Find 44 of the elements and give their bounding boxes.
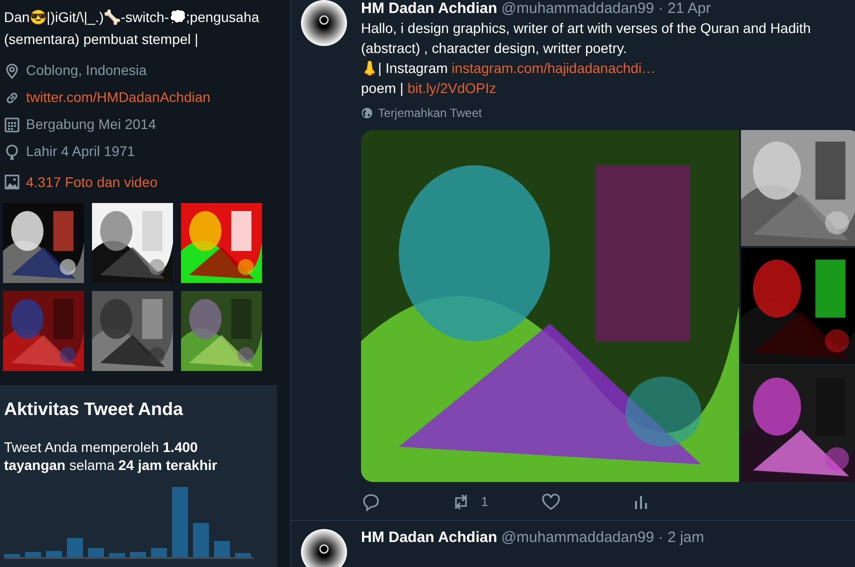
profile-detail: Bergabung Mei 2014 xyxy=(26,115,156,134)
balloon-icon xyxy=(4,144,20,160)
avatar[interactable] xyxy=(301,0,347,46)
profile-bio: Dan😎|)iGit/\|_.)🦴-switch-💭;pengusaha (sementara) pembuat stempel | xyxy=(3,8,260,49)
tweet-text: 👃| Instagram xyxy=(361,60,448,76)
tweet-text: Hallo, i design graphics, writer of art with verses of the Quran and Hadith (abstract) , character design, writter poetry. xyxy=(361,20,811,56)
chart-bar xyxy=(67,538,83,557)
globe-icon xyxy=(361,107,373,119)
tweet-link[interactable]: instagram.com/hajidadanachdi… xyxy=(452,60,656,76)
chart-bar xyxy=(109,553,125,557)
chart-bar xyxy=(88,548,104,557)
chart-bar xyxy=(4,554,20,557)
location-pin-icon xyxy=(4,62,20,78)
profile-link[interactable]: twitter.com/HMDadanAchdian xyxy=(26,87,210,108)
author-handle: @muhammaddadan99 xyxy=(501,529,654,546)
retweet-button[interactable]: 1 xyxy=(451,492,541,512)
chart-bar xyxy=(46,551,62,557)
chart-bar xyxy=(193,523,209,557)
chart-bar xyxy=(130,552,146,557)
calendar-icon xyxy=(4,116,20,132)
tweet-text: poem | xyxy=(361,80,404,96)
heart-icon xyxy=(541,492,561,512)
tweet-link[interactable]: bit.ly/2VdOPIz xyxy=(407,80,496,96)
profile-detail: Coblong, Indonesia xyxy=(26,61,147,80)
author-name[interactable]: HM Dadan Achdian xyxy=(361,529,498,546)
author-name[interactable]: HM Dadan Achdian xyxy=(361,0,498,17)
translate-link[interactable]: Terjemahkan Tweet xyxy=(378,104,482,122)
chart-bar xyxy=(172,487,188,557)
chart-bar xyxy=(214,541,230,557)
tweet-time[interactable]: · 2 jam xyxy=(658,529,704,546)
chart-bar xyxy=(235,553,251,557)
reply-icon xyxy=(361,492,381,512)
activity-summary: Tweet Anda memperoleh 1.400 tayangan selama 24 jam terakhir xyxy=(4,438,218,474)
activity-title: Aktivitas Tweet Anda xyxy=(4,398,184,420)
author-handle: @muhammaddadan99 xyxy=(501,0,654,17)
chart-bar xyxy=(151,548,167,557)
profile-detail: Lahir 4 April 1971 xyxy=(26,142,135,161)
avatar[interactable] xyxy=(301,529,347,567)
link-icon xyxy=(4,90,20,106)
media-link[interactable]: 4.317 Foto dan video xyxy=(26,172,158,192)
tweet-time[interactable]: · 21 Apr xyxy=(658,0,711,17)
retweet-count: 1 xyxy=(481,493,488,512)
chart-bar xyxy=(25,552,41,557)
image-icon xyxy=(4,174,20,190)
